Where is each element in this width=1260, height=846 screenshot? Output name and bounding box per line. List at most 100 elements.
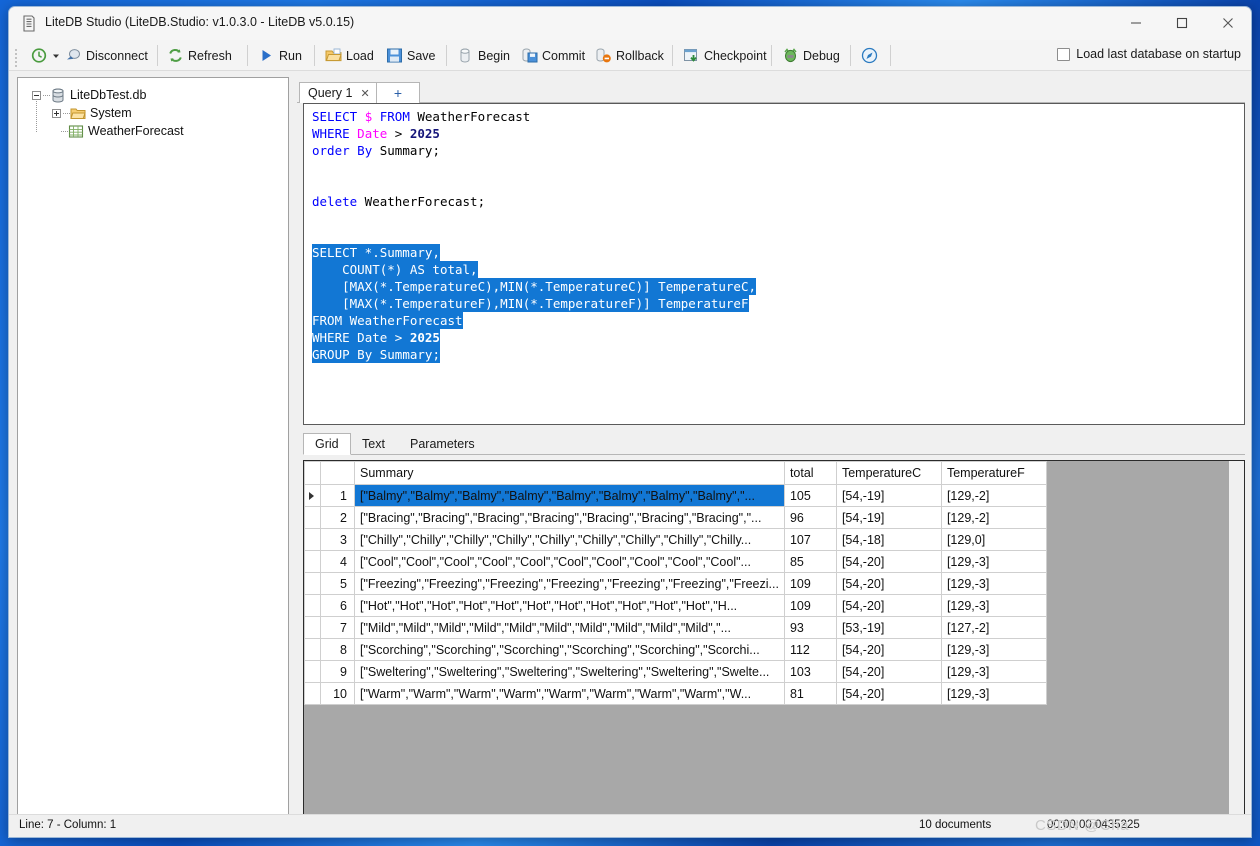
table-row[interactable]: 7 ["Mild","Mild","Mild","Mild","Mild","Mi… — [304, 616, 1047, 639]
begin-button[interactable]: Begin — [453, 42, 514, 69]
minimize-button[interactable] — [1113, 7, 1159, 39]
load-last-database-checkbox[interactable]: Load last database on startup — [1057, 47, 1241, 61]
cell-total[interactable]: 93 — [783, 616, 837, 639]
cell-summary[interactable]: ["Hot","Hot","Hot","Hot","Hot","Hot","Ho… — [354, 594, 785, 617]
rollback-button[interactable]: Rollback — [591, 42, 668, 69]
cell-temperaturef[interactable]: [127,-2] — [940, 616, 1047, 639]
cell-temperaturef[interactable]: [129,-3] — [940, 660, 1047, 683]
cell-rownum[interactable]: 10 — [320, 682, 355, 705]
cell-temperaturec[interactable]: [54,-19] — [835, 506, 942, 529]
cell-temperaturef[interactable]: [129,-3] — [940, 594, 1047, 617]
cell-temperaturec[interactable]: [54,-19] — [835, 484, 942, 507]
col-summary[interactable]: Summary — [354, 461, 785, 485]
cell-rownum[interactable]: 5 — [320, 572, 355, 595]
close-button[interactable] — [1205, 7, 1251, 39]
cell-rownum[interactable]: 1 — [320, 484, 355, 507]
cell-temperaturec[interactable]: [54,-20] — [835, 594, 942, 617]
col-temperaturef[interactable]: TemperatureF — [940, 461, 1047, 485]
tree-item-database[interactable]: LiteDbTest.db — [18, 86, 288, 104]
cell-total[interactable]: 103 — [783, 660, 837, 683]
expander-collapse-icon[interactable] — [32, 90, 41, 100]
cell-temperaturec[interactable]: [53,-19] — [835, 616, 942, 639]
database-tree-panel[interactable]: LiteDbTest.db System WeatherForecast — [17, 77, 289, 816]
save-button[interactable]: Save — [382, 42, 440, 69]
add-query-tab-button[interactable]: + — [376, 82, 420, 103]
cell-temperaturef[interactable]: [129,-3] — [940, 572, 1047, 595]
cell-total[interactable]: 109 — [783, 572, 837, 595]
table-row[interactable]: 9 ["Sweltering","Sweltering","Sweltering"… — [304, 660, 1047, 683]
load-button[interactable]: Load — [321, 42, 378, 69]
cell-summary[interactable]: ["Scorching","Scorching","Scorching","Sc… — [354, 638, 785, 661]
table-row[interactable]: 10 ["Warm","Warm","Warm","Warm","Warm","W… — [304, 682, 1047, 705]
connect-button[interactable] — [27, 42, 64, 69]
debug-button[interactable]: Debug — [778, 42, 844, 69]
cell-summary[interactable]: ["Chilly","Chilly","Chilly","Chilly","Ch… — [354, 528, 785, 551]
cell-temperaturec[interactable]: [54,-20] — [835, 550, 942, 573]
expander-expand-icon[interactable] — [52, 108, 61, 118]
cell-total[interactable]: 109 — [783, 594, 837, 617]
table-row[interactable]: 5 ["Freezing","Freezing","Freezing","Free… — [304, 572, 1047, 595]
cell-rownum[interactable]: 9 — [320, 660, 355, 683]
cell-rownum[interactable]: 6 — [320, 594, 355, 617]
cell-total[interactable]: 107 — [783, 528, 837, 551]
cell-temperaturef[interactable]: [129,-3] — [940, 638, 1047, 661]
cell-rownum[interactable]: 7 — [320, 616, 355, 639]
table-row[interactable]: 1 ["Balmy","Balmy","Balmy","Balmy","Balmy… — [304, 484, 1047, 507]
cell-total[interactable]: 105 — [783, 484, 837, 507]
table-row[interactable]: 6 ["Hot","Hot","Hot","Hot","Hot","Hot","H… — [304, 594, 1047, 617]
cell-temperaturef[interactable]: [129,-3] — [940, 682, 1047, 705]
sql-editor[interactable]: SELECT $ FROM WeatherForecast WHERE Date … — [303, 103, 1245, 425]
table-row[interactable]: 2 ["Bracing","Bracing","Bracing","Bracing… — [304, 506, 1047, 529]
cell-temperaturec[interactable]: [54,-20] — [835, 660, 942, 683]
checkbox-box[interactable] — [1057, 47, 1071, 61]
table-row[interactable]: 8 ["Scorching","Scorching","Scorching","S… — [304, 638, 1047, 661]
cell-summary[interactable]: ["Mild","Mild","Mild","Mild","Mild","Mil… — [354, 616, 785, 639]
grid-vertical-scrollbar[interactable] — [1229, 461, 1244, 837]
cell-summary[interactable]: ["Warm","Warm","Warm","Warm","Warm","War… — [354, 682, 785, 705]
tree-item-system[interactable]: System — [18, 104, 288, 122]
cell-total[interactable]: 81 — [783, 682, 837, 705]
commit-button[interactable]: Commit — [517, 42, 589, 69]
cell-temperaturef[interactable]: [129,-3] — [940, 550, 1047, 573]
connect-dropdown-arrow[interactable] — [52, 49, 60, 63]
cell-total[interactable]: 112 — [783, 638, 837, 661]
cell-temperaturef[interactable]: [129,0] — [940, 528, 1047, 551]
tree-item-weatherforecast[interactable]: WeatherForecast — [18, 122, 288, 140]
cell-rownum[interactable]: 4 — [320, 550, 355, 573]
cell-total[interactable]: 85 — [783, 550, 837, 573]
cell-total[interactable]: 96 — [783, 506, 837, 529]
cell-summary[interactable]: ["Cool","Cool","Cool","Cool","Cool","Coo… — [354, 550, 785, 573]
table-row[interactable]: 3 ["Chilly","Chilly","Chilly","Chilly","C… — [304, 528, 1047, 551]
toolbar-grip[interactable] — [15, 49, 19, 67]
tab-parameters[interactable]: Parameters — [399, 433, 486, 455]
cell-summary[interactable]: ["Balmy","Balmy","Balmy","Balmy","Balmy"… — [354, 484, 785, 507]
cell-summary[interactable]: ["Freezing","Freezing","Freezing","Freez… — [354, 572, 785, 595]
cell-rownum[interactable]: 8 — [320, 638, 355, 661]
sql-editor-content[interactable]: SELECT $ FROM WeatherForecast WHERE Date … — [312, 108, 757, 363]
tab-close-icon[interactable]: ✕ — [360, 87, 369, 100]
col-temperaturec[interactable]: TemperatureC — [835, 461, 942, 485]
results-grid[interactable]: Summary total TemperatureC TemperatureF … — [303, 460, 1245, 837]
table-row[interactable]: 4 ["Cool","Cool","Cool","Cool","Cool","Co… — [304, 550, 1047, 573]
cell-temperaturec[interactable]: [54,-20] — [835, 638, 942, 661]
cell-temperaturef[interactable]: [129,-2] — [940, 506, 1047, 529]
cell-rownum[interactable]: 3 — [320, 528, 355, 551]
refresh-button[interactable]: Refresh — [163, 42, 236, 69]
tab-grid[interactable]: Grid — [303, 433, 351, 455]
cell-temperaturec[interactable]: [54,-18] — [835, 528, 942, 551]
checkpoint-button[interactable]: Checkpoint — [679, 42, 771, 69]
cell-temperaturec[interactable]: [54,-20] — [835, 682, 942, 705]
maximize-button[interactable] — [1159, 7, 1205, 39]
cell-temperaturec[interactable]: [54,-20] — [835, 572, 942, 595]
col-total[interactable]: total — [783, 461, 837, 485]
cell-temperaturef[interactable]: [129,-2] — [940, 484, 1047, 507]
cell-rownum[interactable]: 2 — [320, 506, 355, 529]
tab-query-1[interactable]: Query 1 ✕ — [299, 82, 379, 103]
tab-text[interactable]: Text — [351, 433, 396, 455]
cell-summary[interactable]: ["Sweltering","Sweltering","Sweltering",… — [354, 660, 785, 683]
navigate-button[interactable] — [857, 42, 882, 69]
run-button[interactable]: Run — [254, 42, 306, 69]
results-table[interactable]: Summary total TemperatureC TemperatureF … — [304, 461, 1047, 705]
cell-summary[interactable]: ["Bracing","Bracing","Bracing","Bracing"… — [354, 506, 785, 529]
disconnect-button[interactable]: Disconnect — [61, 42, 152, 69]
